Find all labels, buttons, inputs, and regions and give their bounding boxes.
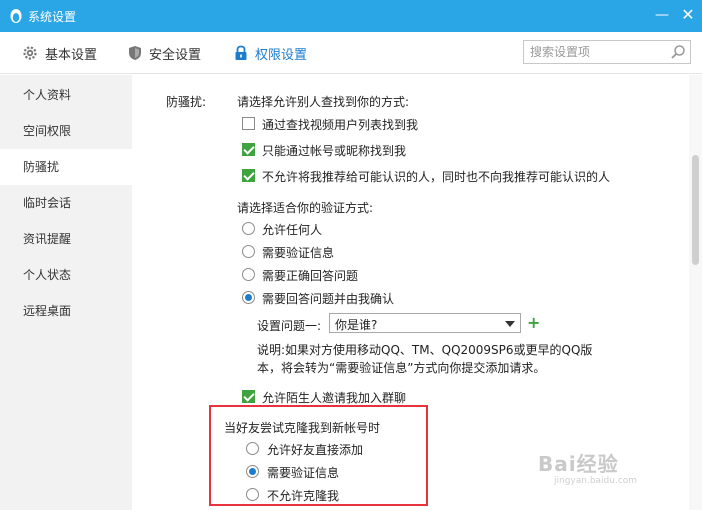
- find-option-video-list-checkbox[interactable]: [242, 117, 255, 130]
- note-line-1: 说明:如果对方使用移动QQ、TM、QQ2009SP6或更早的QQ版: [257, 343, 593, 357]
- section-label: 防骚扰:: [166, 95, 207, 109]
- sidebar-item-temp-session[interactable]: 临时会话: [0, 185, 132, 221]
- tab-label: 安全设置: [149, 47, 202, 63]
- sidebar-item-space-permission[interactable]: 空间权限: [0, 113, 132, 149]
- tab-basic-settings[interactable]: 基本设置: [22, 32, 97, 74]
- minimize-button[interactable]: —: [650, 4, 674, 26]
- add-question-button[interactable]: +: [527, 315, 540, 331]
- shield-icon: [129, 46, 141, 60]
- sidebar-item-personal-status[interactable]: 个人状态: [0, 257, 132, 293]
- search-icon[interactable]: [670, 44, 686, 60]
- note-line-2: 本，将会转为“需要验证信息”方式向你提交添加请求。: [257, 361, 546, 375]
- sidebar-item-profile[interactable]: 个人资料: [0, 77, 132, 113]
- scrollbar-thumb[interactable]: [692, 155, 699, 265]
- verify-option-label: 需要验证信息: [262, 246, 335, 260]
- verify-need-info-radio[interactable]: [242, 245, 255, 258]
- gear-icon: [23, 46, 37, 60]
- tab-security-settings[interactable]: 安全设置: [128, 32, 201, 74]
- qq-penguin-icon: [10, 9, 22, 23]
- question-label: 设置问题一:: [257, 319, 322, 333]
- toolbar: 基本设置 安全设置 权限设置: [0, 32, 702, 74]
- verify-option-label: 需要正确回答问题: [262, 269, 359, 283]
- search-box[interactable]: [523, 40, 691, 64]
- verify-correct-answer-radio[interactable]: [242, 268, 255, 281]
- verify-option-label: 需要回答问题并由我确认: [262, 292, 395, 306]
- group-invite-label: 允许陌生人邀请我加入群聊: [262, 391, 407, 405]
- question-select[interactable]: 你是谁?: [329, 313, 521, 333]
- find-option-label: 不允许将我推荐给可能认识的人，同时也不向我推荐可能认识的人: [262, 170, 611, 184]
- question-select-value: 你是谁?: [335, 318, 378, 332]
- highlight-box: [209, 405, 428, 506]
- verify-answer-and-confirm-radio[interactable]: [242, 291, 255, 304]
- find-option-label: 通过查找视频用户列表找到我: [262, 118, 419, 132]
- group-invite-checkbox[interactable]: [242, 390, 255, 403]
- window-title: 系统设置: [28, 10, 77, 24]
- chevron-down-icon: [505, 321, 515, 327]
- find-heading: 请选择允许别人查找到你的方式:: [237, 95, 410, 109]
- verify-heading: 请选择适合你的验证方式:: [237, 201, 374, 215]
- title-bar: 系统设置 — ✕: [0, 0, 702, 32]
- tab-label: 基本设置: [45, 47, 98, 63]
- search-input[interactable]: [530, 44, 670, 60]
- sidebar: 个人资料 空间权限 防骚扰 临时会话 资讯提醒 个人状态 远程桌面: [0, 75, 132, 510]
- tab-label: 权限设置: [255, 47, 308, 63]
- close-button[interactable]: ✕: [676, 4, 700, 26]
- watermark-logo: Bai经验: [538, 452, 619, 476]
- watermark-url: jingyan.baidu.com: [554, 476, 638, 486]
- sidebar-item-news-alert[interactable]: 资讯提醒: [0, 221, 132, 257]
- sidebar-item-remote-desktop[interactable]: 远程桌面: [0, 293, 132, 329]
- lock-icon: [235, 45, 247, 60]
- verify-option-label: 允许任何人: [262, 223, 323, 237]
- verify-allow-anyone-radio[interactable]: [242, 222, 255, 235]
- find-option-account-only-checkbox[interactable]: [242, 143, 255, 156]
- tab-permission-settings[interactable]: 权限设置: [234, 32, 307, 74]
- vertical-scrollbar[interactable]: [689, 75, 702, 510]
- sidebar-item-anti-harassment[interactable]: 防骚扰: [0, 149, 132, 185]
- find-option-label: 只能通过帐号或昵称找到我: [262, 144, 407, 158]
- find-option-no-recommend-checkbox[interactable]: [242, 169, 255, 182]
